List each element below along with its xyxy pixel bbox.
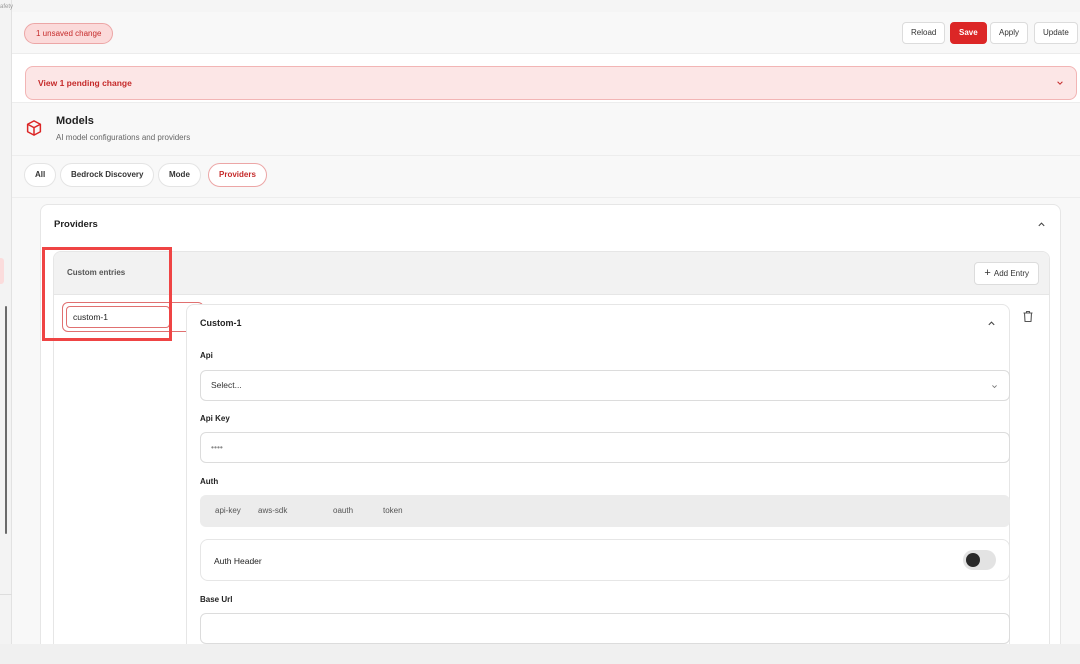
pending-changes-banner[interactable]: View 1 pending change [25, 66, 1077, 100]
auth-label: Auth [200, 477, 219, 486]
add-entry-label: Add Entry [993, 269, 1029, 278]
custom-entries-title: Custom entries [67, 268, 126, 277]
auth-header-row: Auth Header [200, 539, 1010, 581]
update-button[interactable]: Update [1034, 22, 1078, 44]
sidebar-active-indicator [0, 258, 4, 284]
base-url-input[interactable] [200, 613, 1010, 644]
tab-bedrock-discovery[interactable]: Bedrock Discovery [60, 163, 155, 187]
auth-option-aws-sdk[interactable]: aws-sdk [258, 495, 287, 527]
sidebar-scrollbar[interactable] [5, 306, 7, 534]
api-select-value: Select... [211, 380, 242, 390]
chevron-up-icon[interactable] [987, 319, 996, 328]
auth-option-oauth[interactable]: oauth [333, 495, 353, 527]
chevron-up-icon[interactable] [1037, 220, 1046, 229]
bottom-bar [0, 644, 1080, 664]
unsaved-changes-badge: 1 unsaved change [24, 23, 114, 44]
filter-tabs: All Bedrock Discovery Mode Providers [12, 156, 1080, 198]
providers-card: Providers Custom entries + Add Entry Cust… [40, 204, 1061, 644]
auth-segmented-control: api-key aws-sdk oauth token [200, 495, 1010, 527]
toggle-knob [966, 553, 980, 567]
reload-button[interactable]: Reload [902, 22, 946, 44]
api-label: Api [200, 351, 213, 360]
tab-all[interactable]: All [24, 163, 57, 187]
auth-option-api-key[interactable]: api-key [215, 495, 241, 527]
apply-button[interactable]: Apply [990, 22, 1029, 44]
top-action-bar: 1 unsaved change Reload Save Apply Updat… [12, 12, 1080, 54]
left-sidebar-strip: afety [0, 0, 14, 664]
tab-providers[interactable]: Providers [208, 163, 267, 187]
plus-icon: + [984, 267, 991, 279]
entry-key-tab[interactable] [62, 302, 204, 332]
save-button[interactable]: Save [950, 22, 987, 44]
chevron-down-icon [1057, 81, 1063, 85]
sidebar-fragment-text: afety [0, 4, 14, 10]
api-select[interactable]: Select... [200, 370, 1010, 401]
providers-title: Providers [54, 219, 98, 230]
tab-mode[interactable]: Mode [158, 163, 201, 187]
sidebar-divider [0, 594, 12, 595]
auth-header-toggle[interactable] [963, 550, 996, 570]
entry-key-input[interactable] [66, 306, 170, 328]
auth-option-token[interactable]: token [383, 495, 403, 527]
page-title: Models [56, 115, 94, 127]
add-entry-button[interactable]: + Add Entry [974, 262, 1039, 285]
api-key-value: •••• [211, 442, 223, 452]
entry-card: Custom-1 Api Select... Api Key •••• Auth… [186, 304, 1010, 644]
base-url-label: Base Url [200, 595, 233, 604]
auth-header-label: Auth Header [214, 556, 262, 566]
custom-entries-panel: Custom entries +Add Entry Custom-1 Api S… [53, 251, 1050, 644]
pending-changes-label: View 1 pending change [38, 78, 132, 88]
entry-title: Custom-1 [200, 318, 242, 328]
section-header: Models AI model configurations and provi… [12, 102, 1080, 156]
api-key-label: Api Key [200, 414, 230, 423]
cube-icon [26, 120, 42, 136]
custom-entries-header: Custom entries + Add Entry [54, 252, 1049, 295]
settings-content: Providers Custom entries + Add Entry Cust… [12, 198, 1080, 644]
api-key-input[interactable]: •••• [200, 432, 1010, 463]
trash-icon[interactable] [1022, 310, 1034, 323]
chevron-down-icon [992, 385, 997, 389]
page-subtitle: AI model configurations and providers [56, 133, 191, 142]
settings-main-panel: 1 unsaved change Reload Save Apply Updat… [12, 12, 1080, 644]
